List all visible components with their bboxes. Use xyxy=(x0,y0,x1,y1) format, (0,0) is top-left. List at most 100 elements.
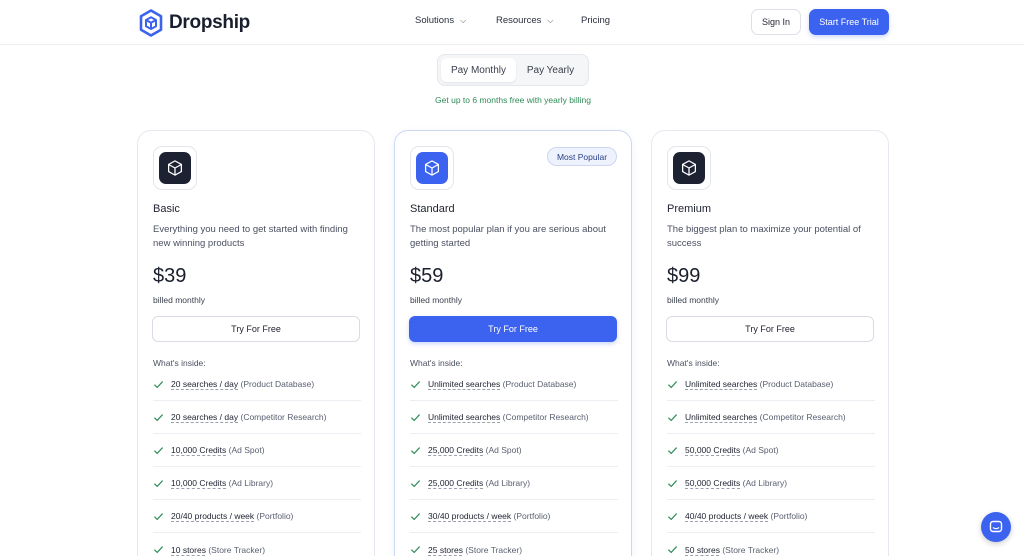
feature-highlight: 10,000 Credits xyxy=(171,445,227,455)
feature-highlight: 10,000 Credits xyxy=(171,478,227,488)
plan-name: Basic xyxy=(153,203,180,215)
main-nav: Solutions ⌵ Resources ⌵ Pricing xyxy=(415,15,610,26)
feature-item: 50,000 Credits (Ad Spot) xyxy=(667,434,875,467)
feature-note: (Ad Spot) xyxy=(228,445,265,455)
nav-pricing[interactable]: Pricing xyxy=(581,15,610,26)
nav-solutions-label: Solutions xyxy=(415,15,455,26)
feature-item: Unlimited searches (Product Database) xyxy=(410,368,618,401)
plan-name: Premium xyxy=(667,203,712,215)
plan-name: Standard xyxy=(410,203,455,215)
plan-icon-frame xyxy=(153,146,197,190)
cube-icon xyxy=(159,152,191,184)
check-icon xyxy=(410,413,421,421)
whats-inside-label: What's inside: xyxy=(410,358,463,368)
top-navbar: Dropship Solutions ⌵ Resources ⌵ Pricing… xyxy=(0,0,1024,45)
chat-launcher-button[interactable] xyxy=(981,512,1011,542)
feature-highlight: 25,000 Credits xyxy=(428,445,484,455)
plan-card-premium: Premium The biggest plan to maximize you… xyxy=(651,130,889,556)
feature-item: 20 searches / day (Product Database) xyxy=(153,368,361,401)
feature-item: 30/40 products / week (Portfolio) xyxy=(410,500,618,533)
check-icon xyxy=(410,446,421,454)
nav-resources-label: Resources xyxy=(496,15,542,26)
nav-resources[interactable]: Resources ⌵ xyxy=(496,15,581,26)
feature-note: (Competitor Research) xyxy=(502,412,589,422)
feature-list: 20 searches / day (Product Database) 20 … xyxy=(153,368,361,556)
pay-yearly-toggle[interactable]: Pay Yearly xyxy=(516,58,585,82)
feature-highlight: 20 searches / day xyxy=(171,379,239,389)
chevron-down-icon: ⌵ xyxy=(547,15,554,25)
chevron-down-icon: ⌵ xyxy=(460,15,467,25)
plan-price: $99 xyxy=(667,265,701,287)
check-icon xyxy=(667,446,678,454)
feature-highlight: 50 stores xyxy=(685,544,720,555)
yearly-promo-text: Get up to 6 months free with yearly bill… xyxy=(435,95,591,105)
plan-billing-period: billed monthly xyxy=(410,295,462,305)
check-icon xyxy=(667,512,678,520)
feature-note: (Ad Library) xyxy=(742,478,788,488)
feature-highlight: 40/40 products / week xyxy=(685,511,769,521)
feature-note: (Store Tracker) xyxy=(722,544,780,555)
check-icon xyxy=(153,512,164,520)
check-icon xyxy=(410,479,421,487)
feature-highlight: Unlimited searches xyxy=(685,379,758,389)
feature-item: 10,000 Credits (Ad Spot) xyxy=(153,434,361,467)
plan-description: The most popular plan if you are serious… xyxy=(410,224,606,249)
whats-inside-label: What's inside: xyxy=(153,358,206,368)
brand-name: Dropship xyxy=(169,12,250,33)
feature-item: 20/40 products / week (Portfolio) xyxy=(153,500,361,533)
feature-note: (Product Database) xyxy=(502,379,577,389)
feature-item: 50,000 Credits (Ad Library) xyxy=(667,467,875,500)
brand-logo[interactable]: Dropship xyxy=(139,9,250,37)
plan-price: $39 xyxy=(153,265,187,287)
start-free-trial-button[interactable]: Start Free Trial xyxy=(809,9,889,35)
plan-description: Everything you need to get started with … xyxy=(153,224,348,249)
plan-price: $59 xyxy=(410,265,444,287)
nav-solutions[interactable]: Solutions ⌵ xyxy=(415,15,496,26)
most-popular-badge: Most Popular xyxy=(547,147,617,166)
feature-item: 25,000 Credits (Ad Spot) xyxy=(410,434,618,467)
try-for-free-button[interactable]: Try For Free xyxy=(409,316,617,342)
feature-highlight: Unlimited searches xyxy=(685,412,758,422)
feature-note: (Portfolio) xyxy=(256,511,294,521)
feature-note: (Ad Spot) xyxy=(742,445,779,455)
feature-note: (Competitor Research) xyxy=(240,412,327,422)
feature-note: (Competitor Research) xyxy=(759,412,846,422)
feature-list: Unlimited searches (Product Database) Un… xyxy=(410,368,618,556)
check-icon xyxy=(153,446,164,454)
feature-highlight: 25 stores xyxy=(428,544,463,555)
check-icon xyxy=(667,546,678,554)
feature-item: 10 stores (Store Tracker) xyxy=(153,533,361,556)
feature-note: (Product Database) xyxy=(240,379,315,389)
check-icon xyxy=(667,479,678,487)
feature-list: Unlimited searches (Product Database) Un… xyxy=(667,368,875,556)
feature-note: (Product Database) xyxy=(759,379,834,389)
feature-highlight: 10 stores xyxy=(171,544,206,555)
feature-item: 20 searches / day (Competitor Research) xyxy=(153,401,361,434)
feature-item: Unlimited searches (Competitor Research) xyxy=(410,401,618,434)
feature-highlight: 20 searches / day xyxy=(171,412,239,422)
feature-highlight: 50,000 Credits xyxy=(685,478,741,488)
sign-in-button[interactable]: Sign In xyxy=(751,9,801,35)
plan-icon-frame xyxy=(410,146,454,190)
feature-item: 10,000 Credits (Ad Library) xyxy=(153,467,361,500)
cube-icon xyxy=(416,152,448,184)
check-icon xyxy=(667,413,678,421)
feature-item: 40/40 products / week (Portfolio) xyxy=(667,500,875,533)
plan-icon-frame xyxy=(667,146,711,190)
feature-highlight: 20/40 products / week xyxy=(171,511,255,521)
pay-monthly-toggle[interactable]: Pay Monthly xyxy=(441,58,516,82)
whats-inside-label: What's inside: xyxy=(667,358,720,368)
try-for-free-button[interactable]: Try For Free xyxy=(666,316,874,342)
check-icon xyxy=(410,546,421,554)
feature-note: (Portfolio) xyxy=(770,511,808,521)
try-for-free-button[interactable]: Try For Free xyxy=(152,316,360,342)
check-icon xyxy=(410,512,421,520)
plan-description: The biggest plan to maximize your potent… xyxy=(667,224,861,249)
check-icon xyxy=(153,479,164,487)
feature-item: Unlimited searches (Competitor Research) xyxy=(667,401,875,434)
chat-icon xyxy=(989,520,1003,533)
feature-item: 25 stores (Store Tracker) xyxy=(410,533,618,556)
plan-card-standard: Most Popular Standard The most popular p… xyxy=(394,130,632,556)
check-icon xyxy=(667,380,678,388)
feature-item: 50 stores (Store Tracker) xyxy=(667,533,875,556)
